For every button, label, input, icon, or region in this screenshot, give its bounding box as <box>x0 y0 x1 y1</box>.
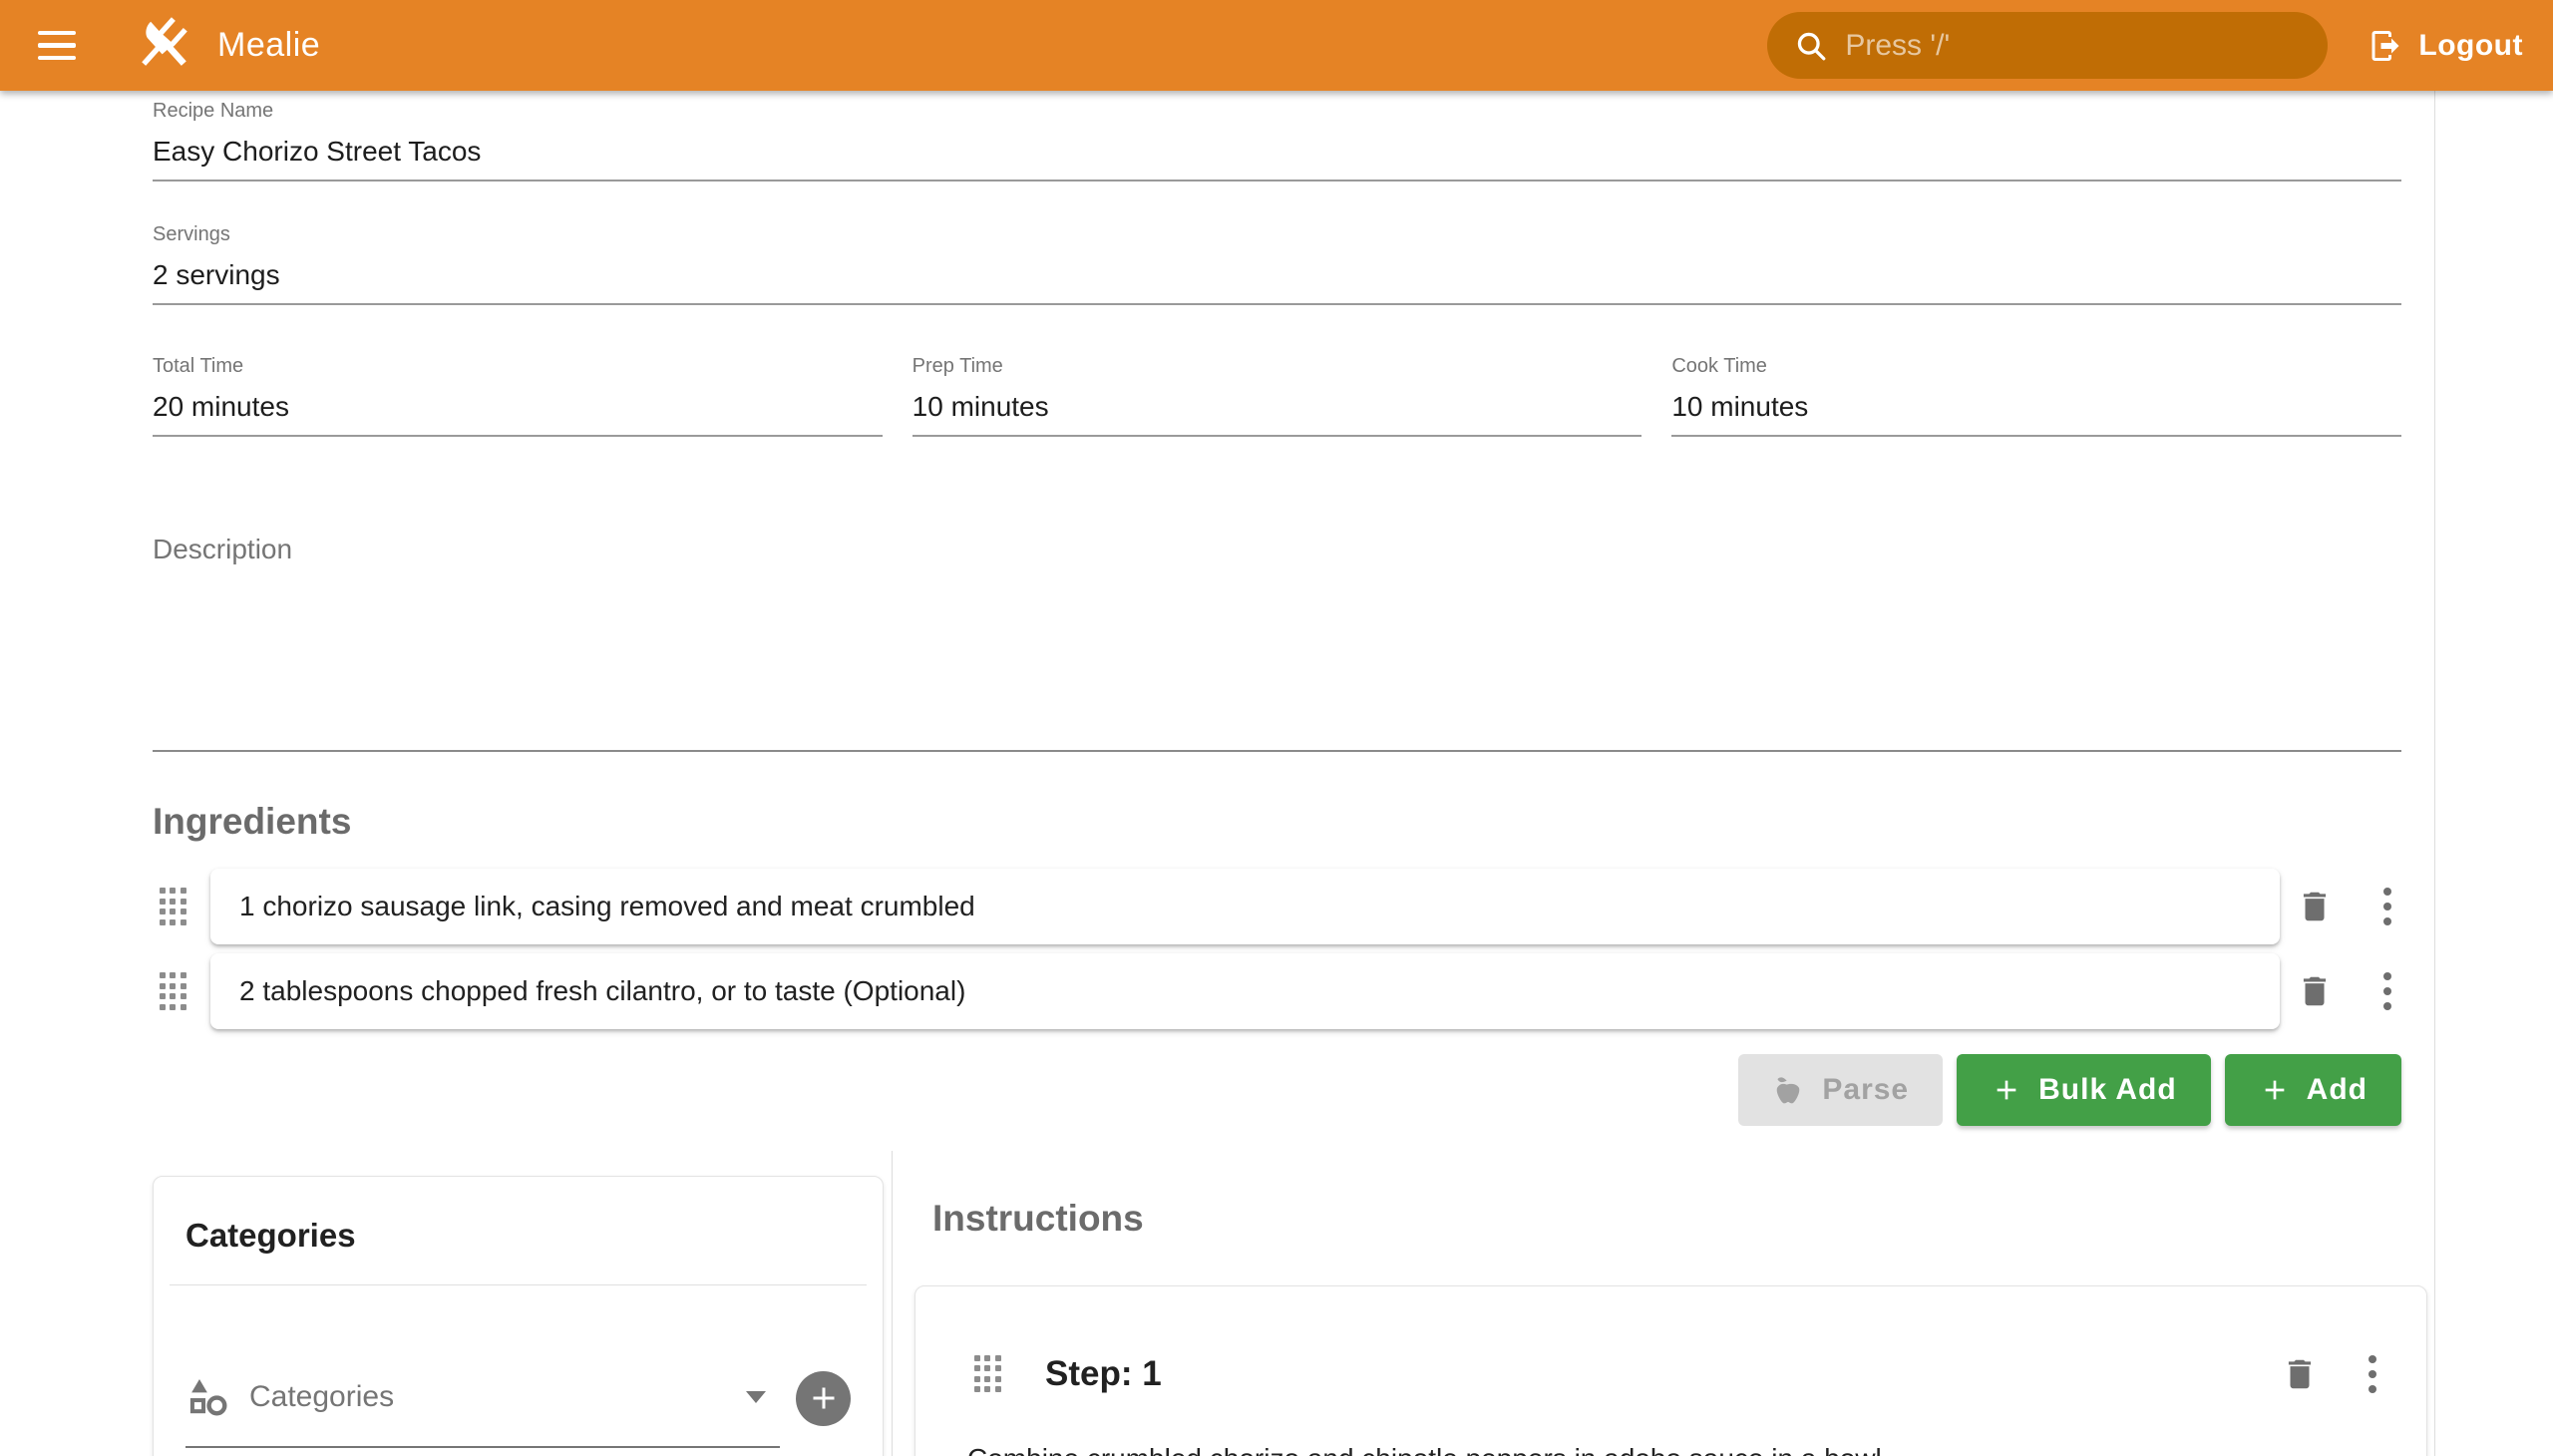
prep-time-field[interactable]: Prep Time 10 minutes <box>912 355 1642 437</box>
ingredient-row: 1 chorizo sausage link, casing removed a… <box>153 869 2401 944</box>
cook-time-value[interactable]: 10 minutes <box>1671 391 2401 423</box>
parse-button[interactable]: Parse <box>1738 1054 1943 1126</box>
servings-value[interactable]: 2 servings <box>153 259 2401 291</box>
servings-field[interactable]: Servings 2 servings <box>153 223 2401 305</box>
prep-time-value[interactable]: 10 minutes <box>912 391 1642 423</box>
recipe-name-value[interactable]: Easy Chorizo Street Tacos <box>153 136 2401 168</box>
app-header: Mealie Logout <box>0 0 2553 91</box>
step-text[interactable]: Combine crumbled chorizo and chipotle pe… <box>967 1439 2386 1456</box>
categories-column: Categories Categories <box>153 1151 893 1456</box>
trash-icon[interactable] <box>2281 1355 2319 1393</box>
divider <box>170 1284 867 1285</box>
add-category-button[interactable] <box>796 1371 851 1426</box>
prep-time-label: Prep Time <box>912 355 1642 377</box>
cook-time-field[interactable]: Cook Time 10 minutes <box>1671 355 2401 437</box>
ingredient-text: 1 chorizo sausage link, casing removed a… <box>239 891 975 922</box>
description-field[interactable]: Description <box>153 534 2401 752</box>
categories-select[interactable]: Categories <box>185 1348 780 1448</box>
shapes-icon <box>185 1374 231 1420</box>
trash-icon[interactable] <box>2296 888 2334 925</box>
logout-label: Logout <box>2418 29 2523 63</box>
search-bar[interactable] <box>1767 12 2328 79</box>
time-fields-row: Total Time 20 minutes Prep Time 10 minut… <box>153 355 2401 437</box>
categories-select-label: Categories <box>249 1380 728 1414</box>
instruction-step-card: Step: 1 Combine crumbled chorizo and chi… <box>914 1285 2427 1456</box>
trash-icon[interactable] <box>2296 972 2334 1010</box>
ingredient-list: 1 chorizo sausage link, casing removed a… <box>153 869 2401 1029</box>
ingredient-input[interactable]: 2 tablespoons chopped fresh cilantro, or… <box>210 953 2280 1029</box>
drag-handle-icon[interactable] <box>967 1352 1007 1396</box>
total-time-label: Total Time <box>153 355 883 377</box>
bulk-add-label: Bulk Add <box>2038 1073 2177 1107</box>
recipe-name-field[interactable]: Recipe Name Easy Chorizo Street Tacos <box>153 100 2401 182</box>
mealie-logo-icon[interactable] <box>132 14 195 78</box>
search-icon <box>1793 28 1829 64</box>
kebab-menu-icon[interactable] <box>2373 885 2401 928</box>
drag-handle-icon[interactable] <box>153 885 192 928</box>
kebab-menu-icon[interactable] <box>2373 969 2401 1013</box>
chevron-down-icon[interactable] <box>746 1391 766 1403</box>
logout-button[interactable]: Logout <box>2368 28 2523 64</box>
description-label: Description <box>153 534 2401 565</box>
apple-icon <box>1772 1074 1804 1106</box>
total-time-value[interactable]: 20 minutes <box>153 391 883 423</box>
instructions-heading: Instructions <box>932 1199 2427 1239</box>
ingredients-heading: Ingredients <box>153 802 2401 842</box>
app-title: Mealie <box>217 26 320 65</box>
ingredient-row: 2 tablespoons chopped fresh cilantro, or… <box>153 953 2401 1029</box>
add-button[interactable]: Add <box>2225 1054 2401 1126</box>
search-input[interactable] <box>1845 29 2302 63</box>
parse-label: Parse <box>1822 1073 1909 1107</box>
kebab-menu-icon[interactable] <box>2359 1352 2386 1396</box>
plus-icon <box>2259 1074 2291 1106</box>
instructions-column: Instructions Step: 1 Combine crumbled ch… <box>893 1151 2427 1456</box>
add-label: Add <box>2307 1073 2368 1107</box>
lower-section: Categories Categories <box>153 1151 2401 1456</box>
categories-title: Categories <box>185 1217 851 1255</box>
ingredient-input[interactable]: 1 chorizo sausage link, casing removed a… <box>210 869 2280 944</box>
bulk-add-button[interactable]: Bulk Add <box>1957 1054 2211 1126</box>
recipe-name-label: Recipe Name <box>153 100 2401 122</box>
drag-handle-icon[interactable] <box>153 969 192 1013</box>
plus-icon <box>1991 1074 2022 1106</box>
servings-label: Servings <box>153 223 2401 245</box>
cook-time-label: Cook Time <box>1671 355 2401 377</box>
menu-icon[interactable] <box>38 26 86 66</box>
categories-card: Categories Categories <box>153 1176 884 1456</box>
ingredient-actions: Parse Bulk Add Add <box>153 1054 2401 1126</box>
logout-icon <box>2368 28 2403 64</box>
recipe-editor-card: Recipe Name Easy Chorizo Street Tacos Se… <box>0 91 2435 1456</box>
ingredient-text: 2 tablespoons chopped fresh cilantro, or… <box>239 975 965 1007</box>
step-title: Step: 1 <box>1045 1354 1162 1394</box>
total-time-field[interactable]: Total Time 20 minutes <box>153 355 883 437</box>
